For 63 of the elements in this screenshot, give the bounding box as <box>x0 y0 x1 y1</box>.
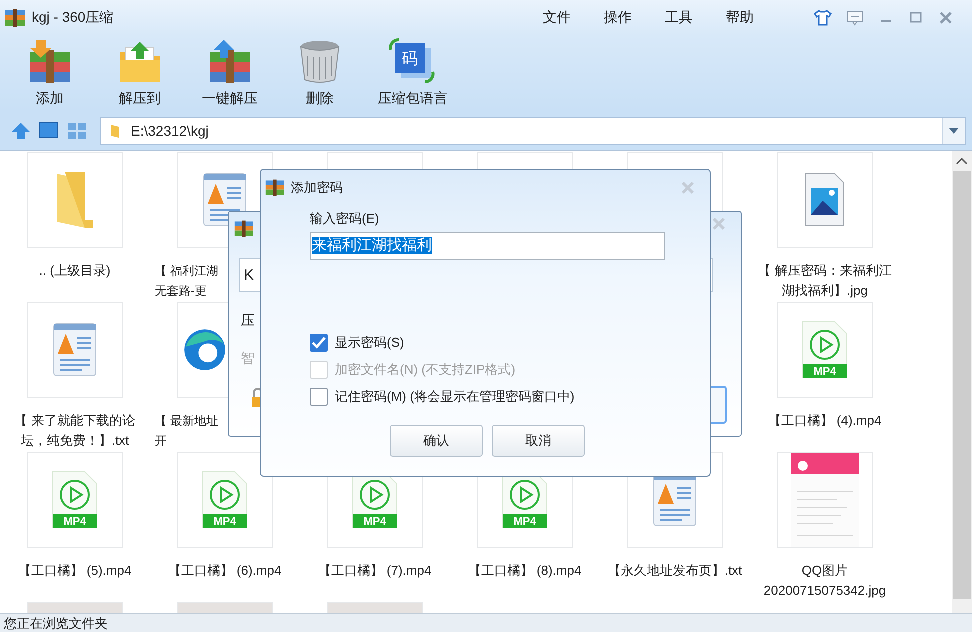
file-name: 【工口橘】 (6).mp4 <box>168 562 282 580</box>
file-name: 【工口橘】 (5).mp4 <box>18 562 132 580</box>
file-name: 【永久地址发布页】.txt <box>608 562 742 580</box>
menu-item[interactable]: 文件 <box>543 9 571 27</box>
toolbar-button[interactable]: 删除 <box>282 36 358 112</box>
checkbox[interactable] <box>310 388 328 406</box>
file-name: 【 来了就能下载的论 坛，纯免费！】.txt <box>14 412 136 450</box>
toolbar-button[interactable]: 码 压缩包语言 <box>372 36 454 112</box>
large-view-icon[interactable] <box>38 121 60 141</box>
menu-item[interactable]: 操作 <box>604 9 632 27</box>
field-label: 输入密码(E) <box>310 210 380 228</box>
toolbar-button[interactable]: 解压到 <box>102 36 178 112</box>
file-name: 【工口橘】 (7).mp4 <box>318 562 432 580</box>
hint-text: 智 <box>241 350 255 368</box>
image-file-icon <box>805 173 845 227</box>
toolbar-button[interactable]: 添加 <box>12 36 88 112</box>
dialog-button[interactable]: 取消 <box>492 425 585 457</box>
file-tile[interactable] <box>27 152 123 248</box>
menu-item[interactable]: 工具 <box>665 9 693 27</box>
caret-icon <box>949 128 959 134</box>
video-file-icon: MP4 <box>51 470 99 530</box>
address-field[interactable]: E:\32312\kgj <box>100 117 966 145</box>
browser-icon <box>183 328 227 372</box>
dropdown-button[interactable] <box>942 118 965 144</box>
file-name: 【工口橘】 (4).mp4 <box>768 412 882 430</box>
dialog-button[interactable]: 确认 <box>390 425 483 457</box>
shirt-icon[interactable] <box>814 10 832 26</box>
up-arrow-icon[interactable] <box>10 121 32 141</box>
archive-icon <box>234 219 254 239</box>
message-icon[interactable] <box>846 10 864 26</box>
file-name: 【 福利江湖 无套路-更 <box>155 263 218 300</box>
field-label: 压 <box>241 312 255 330</box>
file-name: 【工口橘】 (8).mp4 <box>468 562 582 580</box>
close-icon[interactable] <box>938 10 954 26</box>
video-file-icon: MP4 <box>201 470 249 530</box>
window-title: kgj - 360压缩 <box>32 9 114 27</box>
checkbox-option[interactable]: 记住密码(M) (将会显示在管理密码窗口中) <box>310 387 710 406</box>
scroll-up-icon[interactable] <box>956 157 968 165</box>
file-name: 【 解压密码：来福利江 湖找福利】.jpg <box>758 262 892 300</box>
text-document-icon <box>52 322 98 378</box>
file-tile[interactable] <box>777 152 873 248</box>
file-name: QQ图片 20200715075342.jpg <box>764 562 886 600</box>
close-icon[interactable] <box>680 180 696 196</box>
file-name: .. (上级目录) <box>39 262 111 280</box>
scrollbar[interactable] <box>952 151 972 613</box>
menu-item[interactable]: 帮助 <box>726 9 754 27</box>
file-name: 【 最新地址 开 <box>155 413 218 450</box>
archive-icon <box>265 178 285 198</box>
dialog-title: 添加密码 <box>291 179 343 197</box>
checkbox[interactable] <box>310 334 328 352</box>
archive-icon <box>4 8 26 28</box>
file-tile[interactable] <box>27 302 123 398</box>
folder-icon <box>55 170 95 230</box>
status-bar: 您正在浏览文件夹 <box>0 613 972 632</box>
checkbox-option[interactable]: 显示密码(S) <box>310 333 710 352</box>
maximize-icon[interactable] <box>908 10 924 26</box>
file-tile[interactable] <box>777 452 873 548</box>
close-icon[interactable] <box>711 216 727 232</box>
video-file-icon: MP4 <box>801 320 849 380</box>
toolbar-button[interactable]: 一键解压 <box>192 36 268 112</box>
grid-view-icon[interactable] <box>66 121 88 141</box>
password-field[interactable]: 来福利江湖找福利 <box>310 232 665 260</box>
scrollbar-thumb[interactable] <box>953 171 971 599</box>
